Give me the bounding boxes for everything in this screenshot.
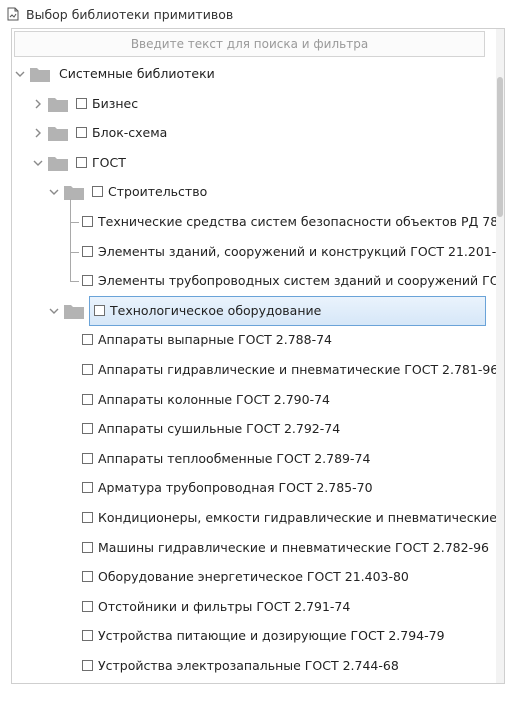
tree-item-label: Аппараты сушильные ГОСТ 2.792-74 xyxy=(98,421,341,437)
folder-icon xyxy=(48,127,68,142)
checkbox[interactable] xyxy=(82,571,93,583)
tree-item-label: Технологическое оборудование xyxy=(110,302,322,318)
chevron-right-icon[interactable] xyxy=(32,98,44,110)
tree-item-construction[interactable]: Технические средства систем безопасности… xyxy=(12,209,504,235)
tree-item-label: Устройства электрозапальные ГОСТ 2.744-6… xyxy=(98,658,399,673)
tree-node-business[interactable]: Бизнес xyxy=(12,91,492,117)
chevron-down-icon[interactable] xyxy=(14,68,26,80)
tree-item-tech-equipment[interactable]: Аппараты сушильные ГОСТ 2.792-74 xyxy=(12,416,492,442)
tree-guide-line xyxy=(70,281,79,283)
tree-item-label: Машины гидравлические и пневматические Г… xyxy=(98,539,489,555)
checkbox[interactable] xyxy=(76,97,87,109)
chevron-down-icon[interactable] xyxy=(48,305,60,317)
tree-item-label: Устройства питающие и дозирующие ГОСТ 2.… xyxy=(98,628,445,644)
checkbox[interactable] xyxy=(82,600,93,612)
folder-icon xyxy=(64,186,84,201)
tree-item-construction[interactable]: Элементы зданий, сооружений и конструкци… xyxy=(12,239,504,265)
tree-item-tech-equipment[interactable]: Аппараты выпарные ГОСТ 2.788-74 xyxy=(12,327,492,353)
tree-item-tech-equipment[interactable]: Кондиционеры, емкости гидравлические и п… xyxy=(12,505,504,531)
tree-item-label: Строительство xyxy=(108,184,208,200)
tree-item-label: Технические средства систем безопасности… xyxy=(98,214,505,229)
tree-item-label: Системные библиотеки xyxy=(59,66,215,81)
folder-icon xyxy=(30,68,50,82)
tree-item-label: Бизнес xyxy=(92,95,139,111)
tree-guide-line xyxy=(70,199,71,282)
tree-guide-line xyxy=(70,222,79,223)
checkbox[interactable] xyxy=(82,275,93,287)
library-tree-panel: Системные библиотеки Бизнес Блок-схема ГОСТ… xyxy=(11,28,505,684)
tree-item-construction[interactable]: Элементы трубопроводных систем зданий и … xyxy=(12,268,504,294)
checkbox[interactable] xyxy=(82,482,93,494)
checkbox[interactable] xyxy=(82,541,93,553)
tree-node-gost[interactable]: ГОСТ xyxy=(12,150,492,176)
tree-item-label: Отстойники и фильтры ГОСТ 2.791-74 xyxy=(98,598,351,614)
checkbox[interactable] xyxy=(82,630,93,642)
checkbox[interactable] xyxy=(76,127,87,139)
tree-item-tech-equipment[interactable]: Аппараты колонные ГОСТ 2.790-74 xyxy=(12,387,492,413)
tree-item-label: Блок-схема xyxy=(92,125,168,141)
tree-node-flowchart[interactable]: Блок-схема xyxy=(12,120,492,146)
checkbox[interactable] xyxy=(82,216,93,227)
tree-item-tech-equipment[interactable]: Машины гидравлические и пневматические Г… xyxy=(12,535,492,561)
folder-icon xyxy=(48,156,68,171)
tree-node-system-libraries[interactable]: Системные библиотеки xyxy=(12,61,492,87)
search-input[interactable] xyxy=(14,31,485,57)
chevron-right-icon[interactable] xyxy=(32,127,44,139)
folder-icon xyxy=(48,97,68,112)
chevron-down-icon[interactable] xyxy=(48,186,60,198)
tree-item-tech-equipment[interactable]: Устройства электрозапальные ГОСТ 2.744-6… xyxy=(12,653,492,679)
tree-item-label: Оборудование энергетическое ГОСТ 21.403-… xyxy=(98,569,409,585)
tree-node-tech-equipment[interactable]: Технологическое оборудование xyxy=(12,295,492,326)
tree-item-label: Арматура трубопроводная ГОСТ 2.785-70 xyxy=(98,480,373,496)
dialog-title: Выбор библиотеки примитивов xyxy=(26,6,234,22)
checkbox[interactable] xyxy=(76,156,87,168)
checkbox[interactable] xyxy=(82,452,93,464)
tree-item-tech-equipment[interactable]: Отстойники и фильтры ГОСТ 2.791-74 xyxy=(12,594,492,620)
tree-item-label: Аппараты гидравлические и пневматические… xyxy=(98,362,499,377)
checkbox[interactable] xyxy=(82,245,93,257)
tree-item-tech-equipment[interactable]: Аппараты теплообменные ГОСТ 2.789-74 xyxy=(12,446,492,472)
tree-item-label: Аппараты выпарные ГОСТ 2.788-74 xyxy=(98,332,332,348)
checkbox[interactable] xyxy=(82,334,93,346)
checkbox[interactable] xyxy=(94,304,105,316)
checkbox[interactable] xyxy=(82,512,93,523)
checkbox[interactable] xyxy=(82,423,93,435)
chevron-down-icon[interactable] xyxy=(32,157,44,169)
dialog-header: Выбор библиотеки примитивов xyxy=(6,5,233,23)
tree-item-tech-equipment[interactable]: Оборудование энергетическое ГОСТ 21.403-… xyxy=(12,564,492,590)
tree-guide-line xyxy=(70,251,79,253)
tree-item-label: Аппараты теплообменные ГОСТ 2.789-74 xyxy=(98,450,371,466)
tree-item-label: Аппараты колонные ГОСТ 2.790-74 xyxy=(98,391,330,407)
scrollbar-thumb[interactable] xyxy=(497,77,503,217)
tree-item-tech-equipment[interactable]: Устройства питающие и дозирующие ГОСТ 2.… xyxy=(12,623,492,649)
folder-icon xyxy=(64,304,84,319)
checkbox[interactable] xyxy=(92,186,103,198)
tree-item-label: ГОСТ xyxy=(92,154,126,170)
tree-item-label: Кондиционеры, емкости гидравлические и п… xyxy=(98,510,505,525)
tree-node-construction[interactable]: Строительство xyxy=(12,179,492,205)
checkbox[interactable] xyxy=(82,364,93,375)
tree-item-label: Элементы зданий, сооружений и конструкци… xyxy=(98,243,505,259)
library-dialog-icon xyxy=(7,7,19,21)
tree-item-label: Элементы трубопроводных систем зданий и … xyxy=(98,273,505,289)
checkbox[interactable] xyxy=(82,660,93,671)
tree-item-tech-equipment[interactable]: Арматура трубопроводная ГОСТ 2.785-70 xyxy=(12,475,492,501)
vertical-scrollbar[interactable] xyxy=(496,29,504,683)
tree-item-tech-equipment[interactable]: Аппараты гидравлические и пневматические… xyxy=(12,357,498,383)
checkbox[interactable] xyxy=(82,393,93,405)
